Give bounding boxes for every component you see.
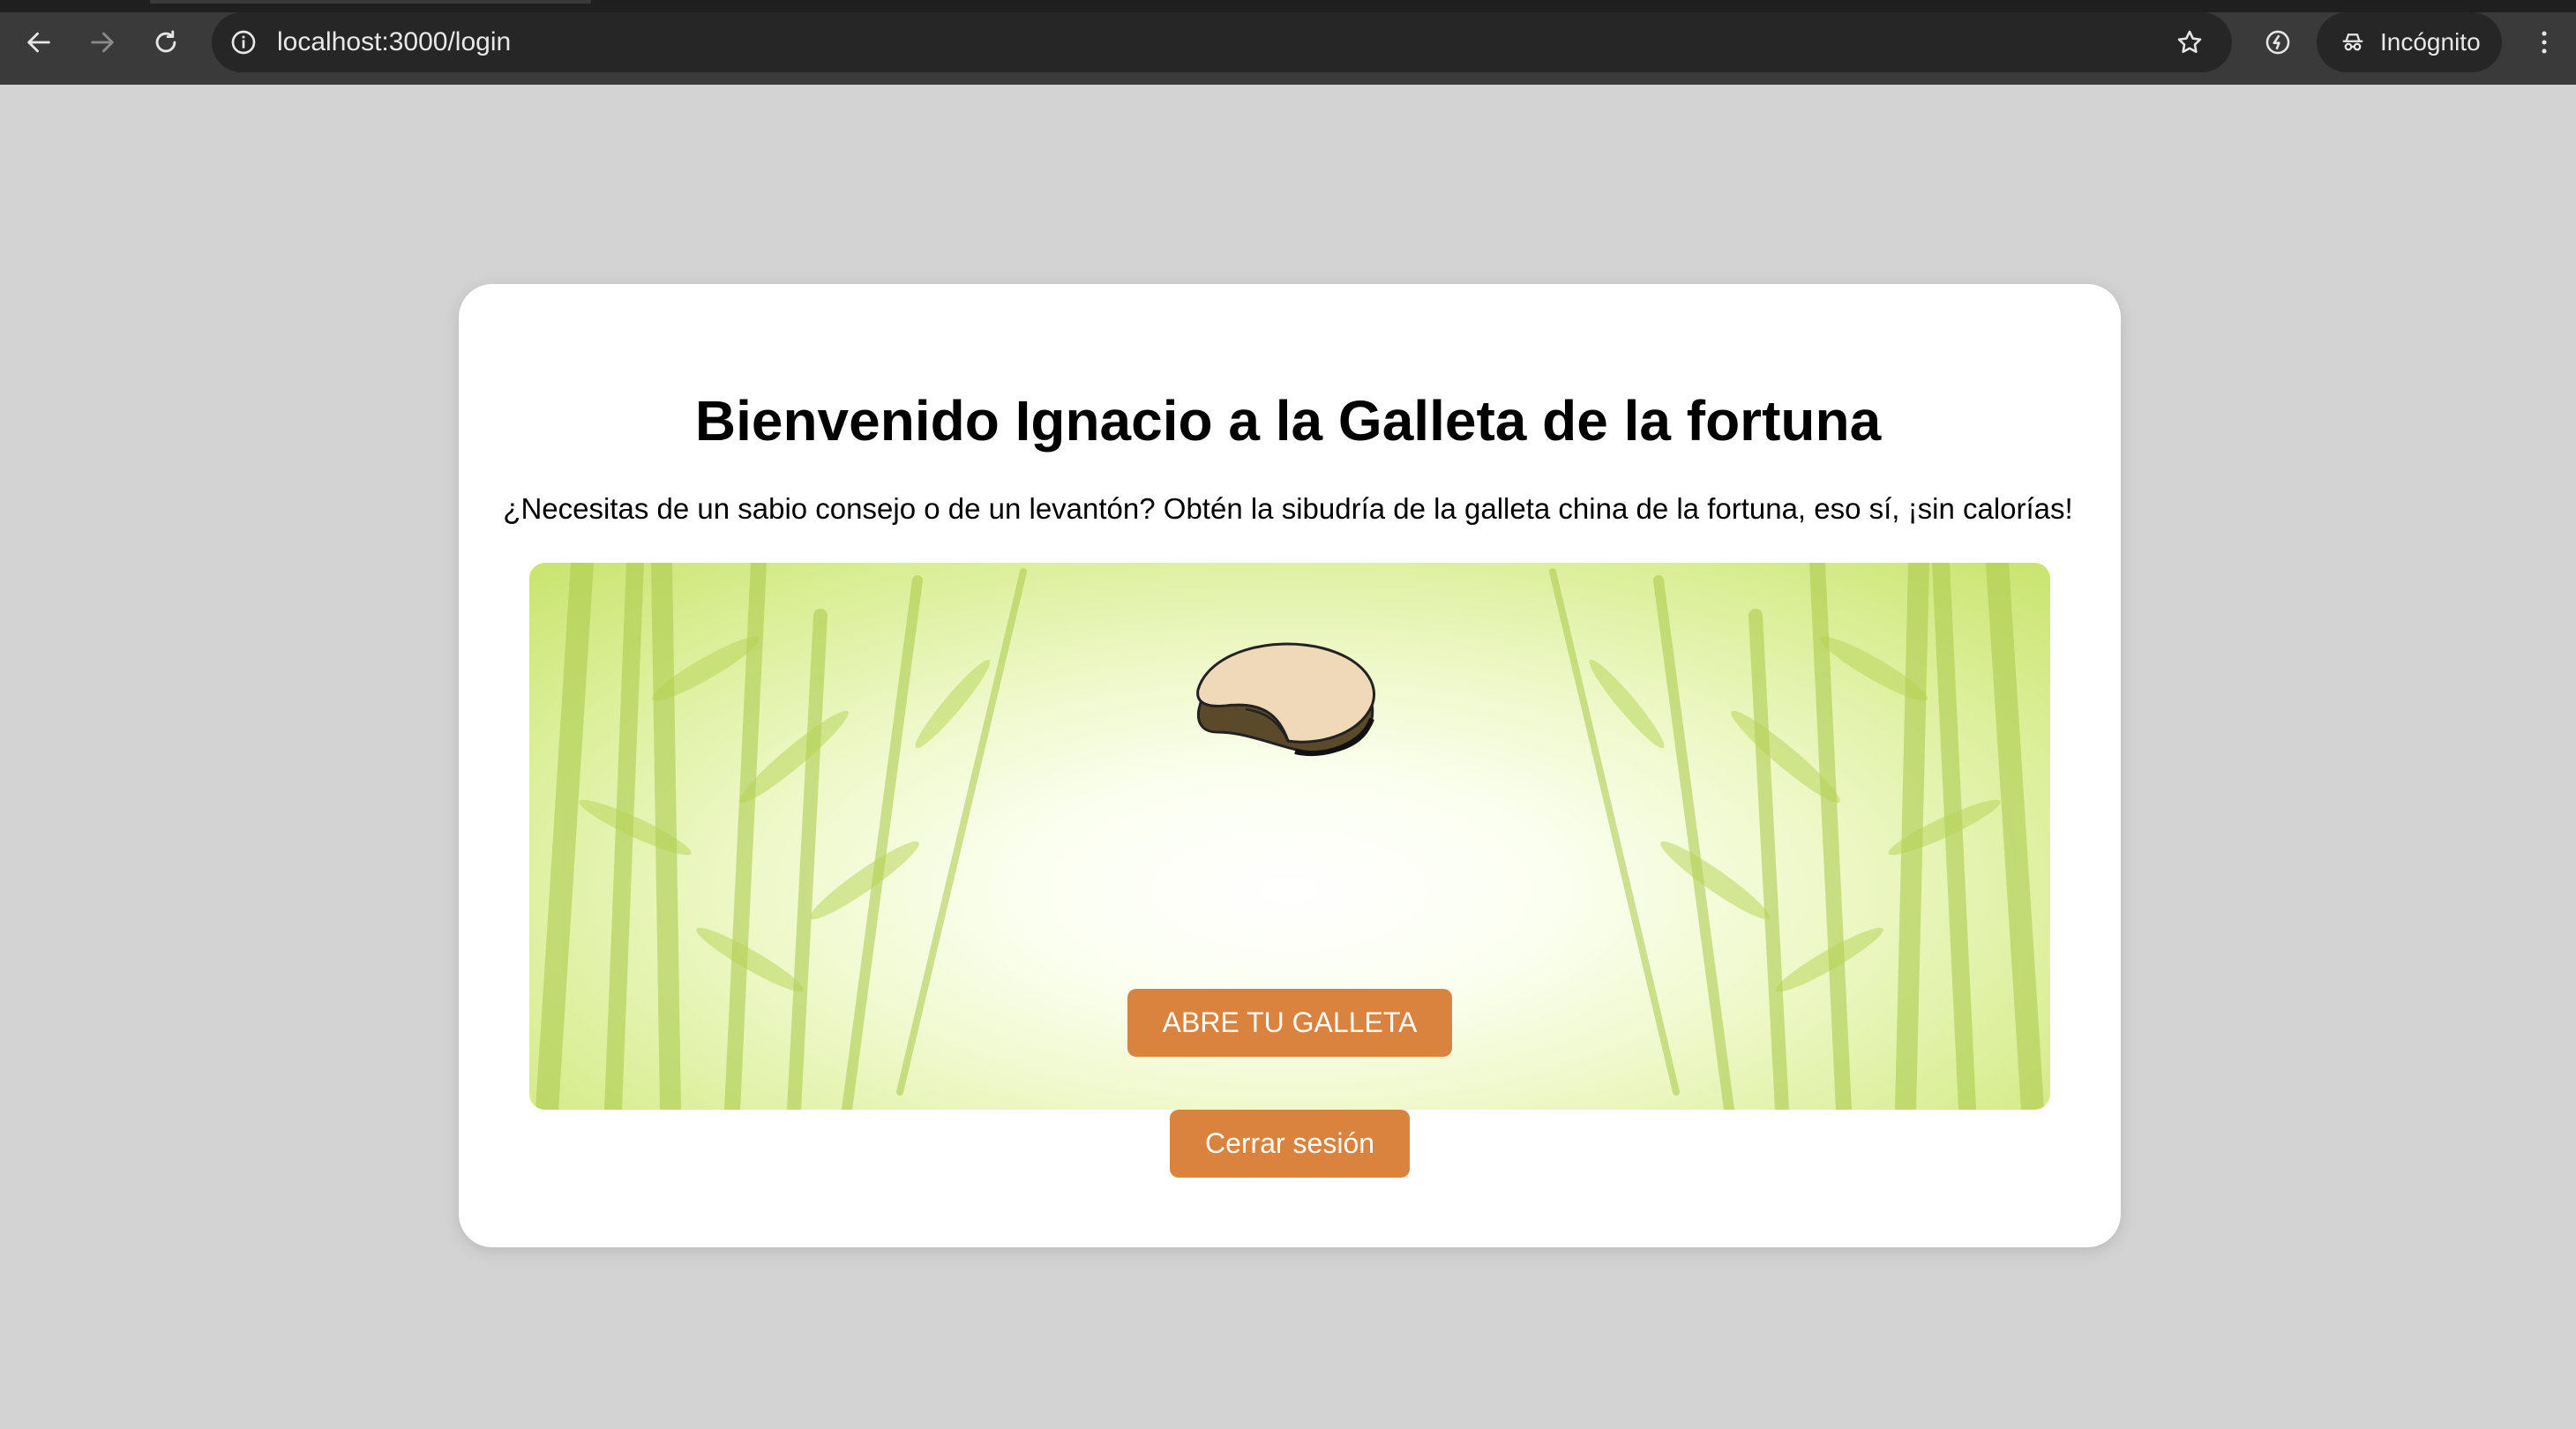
kebab-menu-icon[interactable] (2525, 23, 2564, 62)
active-tab-indicator (150, 0, 591, 4)
info-icon[interactable] (228, 26, 259, 58)
incognito-label: Incógnito (2380, 28, 2481, 56)
back-arrow-icon[interactable] (19, 23, 58, 62)
logout-button[interactable]: Cerrar sesión (1170, 1110, 1410, 1178)
open-cookie-button[interactable]: ABRE TU GALLETA (1127, 989, 1452, 1057)
extension-icon[interactable] (2258, 23, 2297, 62)
fortune-cookie-image[interactable] (1191, 617, 1385, 767)
address-bar[interactable]: localhost:3000/login (212, 12, 2232, 72)
browser-toolbar: localhost:3000/login Incógnito (0, 0, 2576, 85)
incognito-icon (2338, 27, 2368, 57)
page-subtitle: ¿Necesitas de un sabio consejo o de un l… (503, 492, 2073, 525)
page-title: Bienvenido Ignacio a la Galleta de la fo… (694, 389, 1882, 453)
forward-arrow-icon[interactable] (83, 23, 122, 62)
url-text[interactable]: localhost:3000/login (277, 12, 511, 72)
reload-icon[interactable] (146, 23, 185, 62)
incognito-indicator[interactable]: Incógnito (2317, 12, 2502, 72)
star-icon[interactable] (2172, 25, 2207, 60)
